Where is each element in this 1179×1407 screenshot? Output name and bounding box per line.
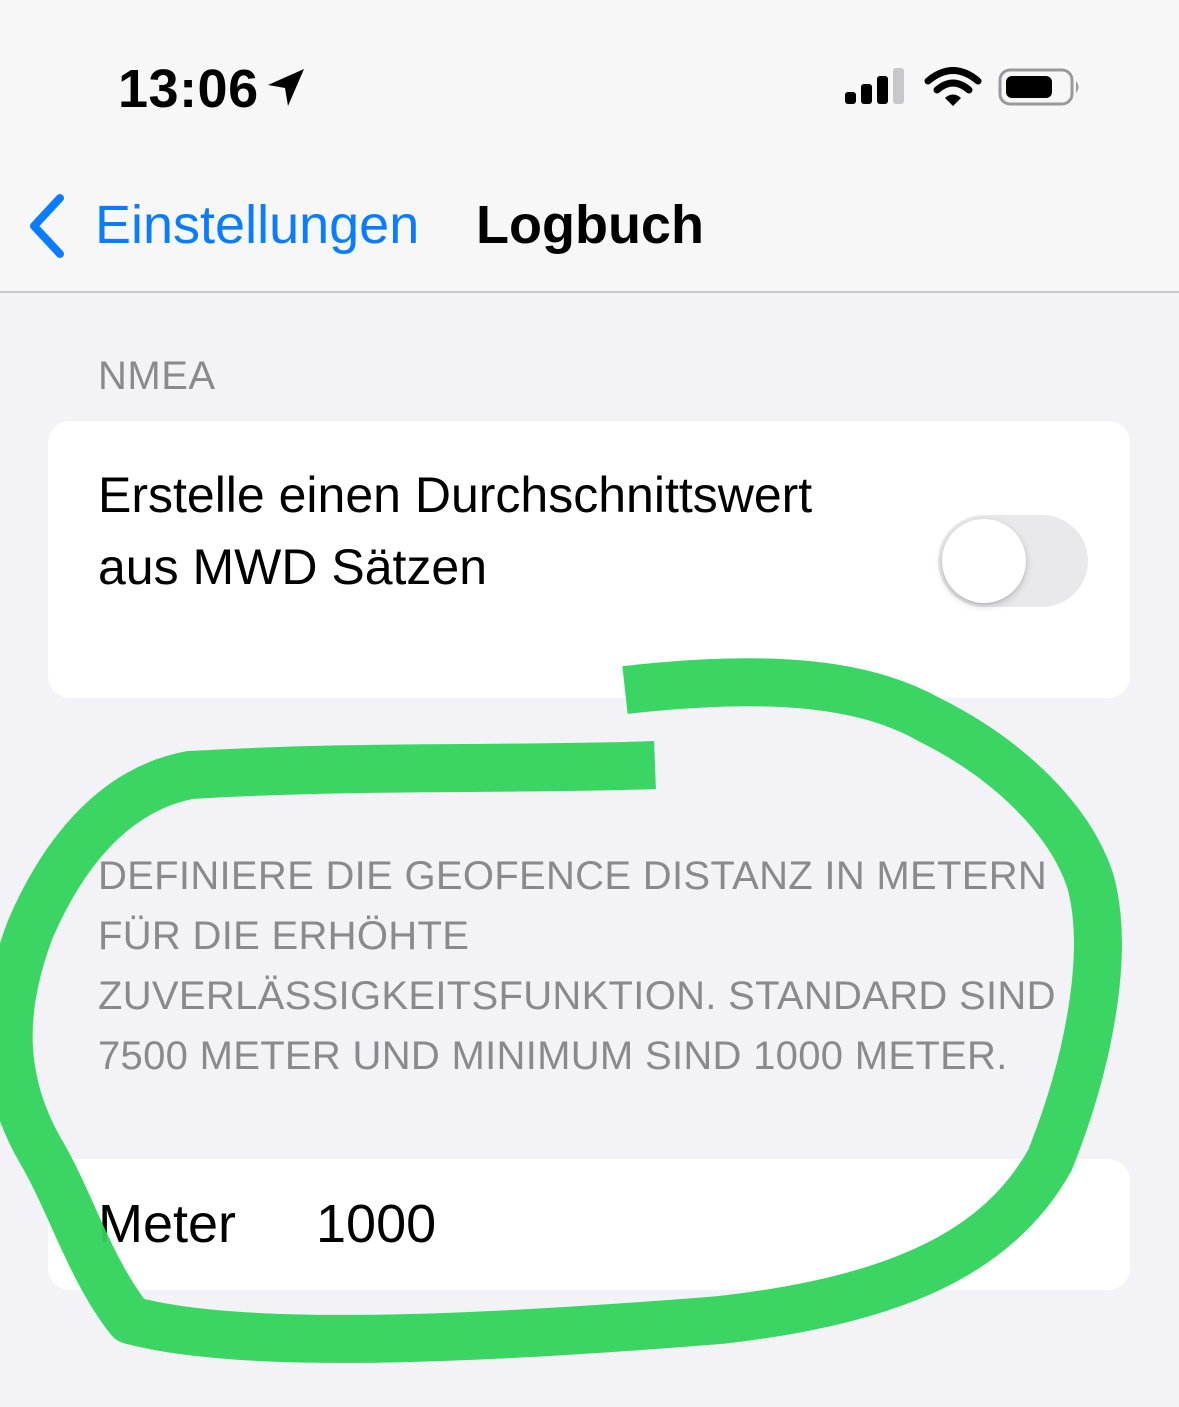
status-time: 13:06	[118, 59, 259, 119]
cellular-signal-icon	[845, 68, 904, 104]
section-header-nmea: NMEA	[98, 354, 216, 398]
back-chevron-icon[interactable]	[26, 192, 70, 260]
navigation-bar: 13:06 Einstellungen Logbuch	[0, 0, 1179, 293]
wifi-icon	[924, 67, 982, 106]
mwd-average-toggle[interactable]	[938, 515, 1088, 607]
toggle-knob	[942, 519, 1026, 603]
mwd-average-label: Erstelle einen Durchschnittswert aus MWD…	[98, 467, 813, 595]
nmea-settings-card: Erstelle einen Durchschnittswert aus MWD…	[48, 421, 1130, 698]
geofence-distance-card: Meter	[48, 1159, 1130, 1290]
back-button[interactable]: Einstellungen	[95, 194, 419, 256]
battery-icon	[998, 68, 1079, 106]
location-arrow-icon	[268, 69, 304, 106]
geofence-description: DEFINIERE DIE GEOFENCE DISTANZ IN METERN…	[98, 854, 1056, 1078]
page-title: Logbuch	[476, 195, 704, 255]
meter-label: Meter	[98, 1194, 237, 1254]
geofence-distance-input[interactable]	[316, 1189, 916, 1259]
